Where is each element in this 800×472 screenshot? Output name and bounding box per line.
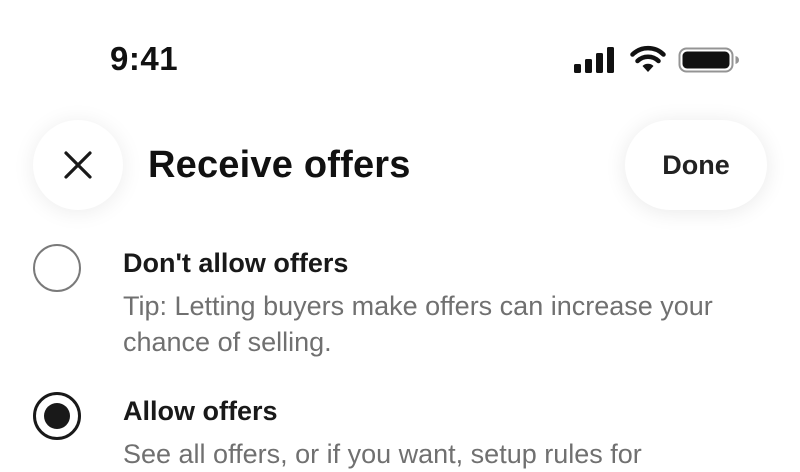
option-label: Don't allow offers	[123, 248, 349, 278]
close-button[interactable]	[33, 120, 123, 210]
option-description: See all offers, or if you want, setup ru…	[123, 439, 642, 469]
option-description: Tip: Letting buyers make offers can incr…	[123, 291, 713, 357]
radio-dont-allow-offers[interactable]	[33, 244, 81, 292]
radio-selected-dot	[44, 403, 70, 429]
page-title: Receive offers	[148, 144, 411, 186]
status-icons	[574, 44, 740, 74]
done-button[interactable]: Done	[625, 120, 767, 210]
status-time: 9:41	[110, 40, 179, 77]
close-icon	[64, 151, 92, 179]
battery-icon	[678, 47, 739, 73]
wifi-icon	[630, 45, 666, 72]
status-bar: 9:41	[0, 0, 800, 110]
signal-icon	[574, 47, 614, 73]
option-label: Allow offers	[123, 396, 278, 426]
radio-allow-offers[interactable]	[33, 392, 81, 440]
